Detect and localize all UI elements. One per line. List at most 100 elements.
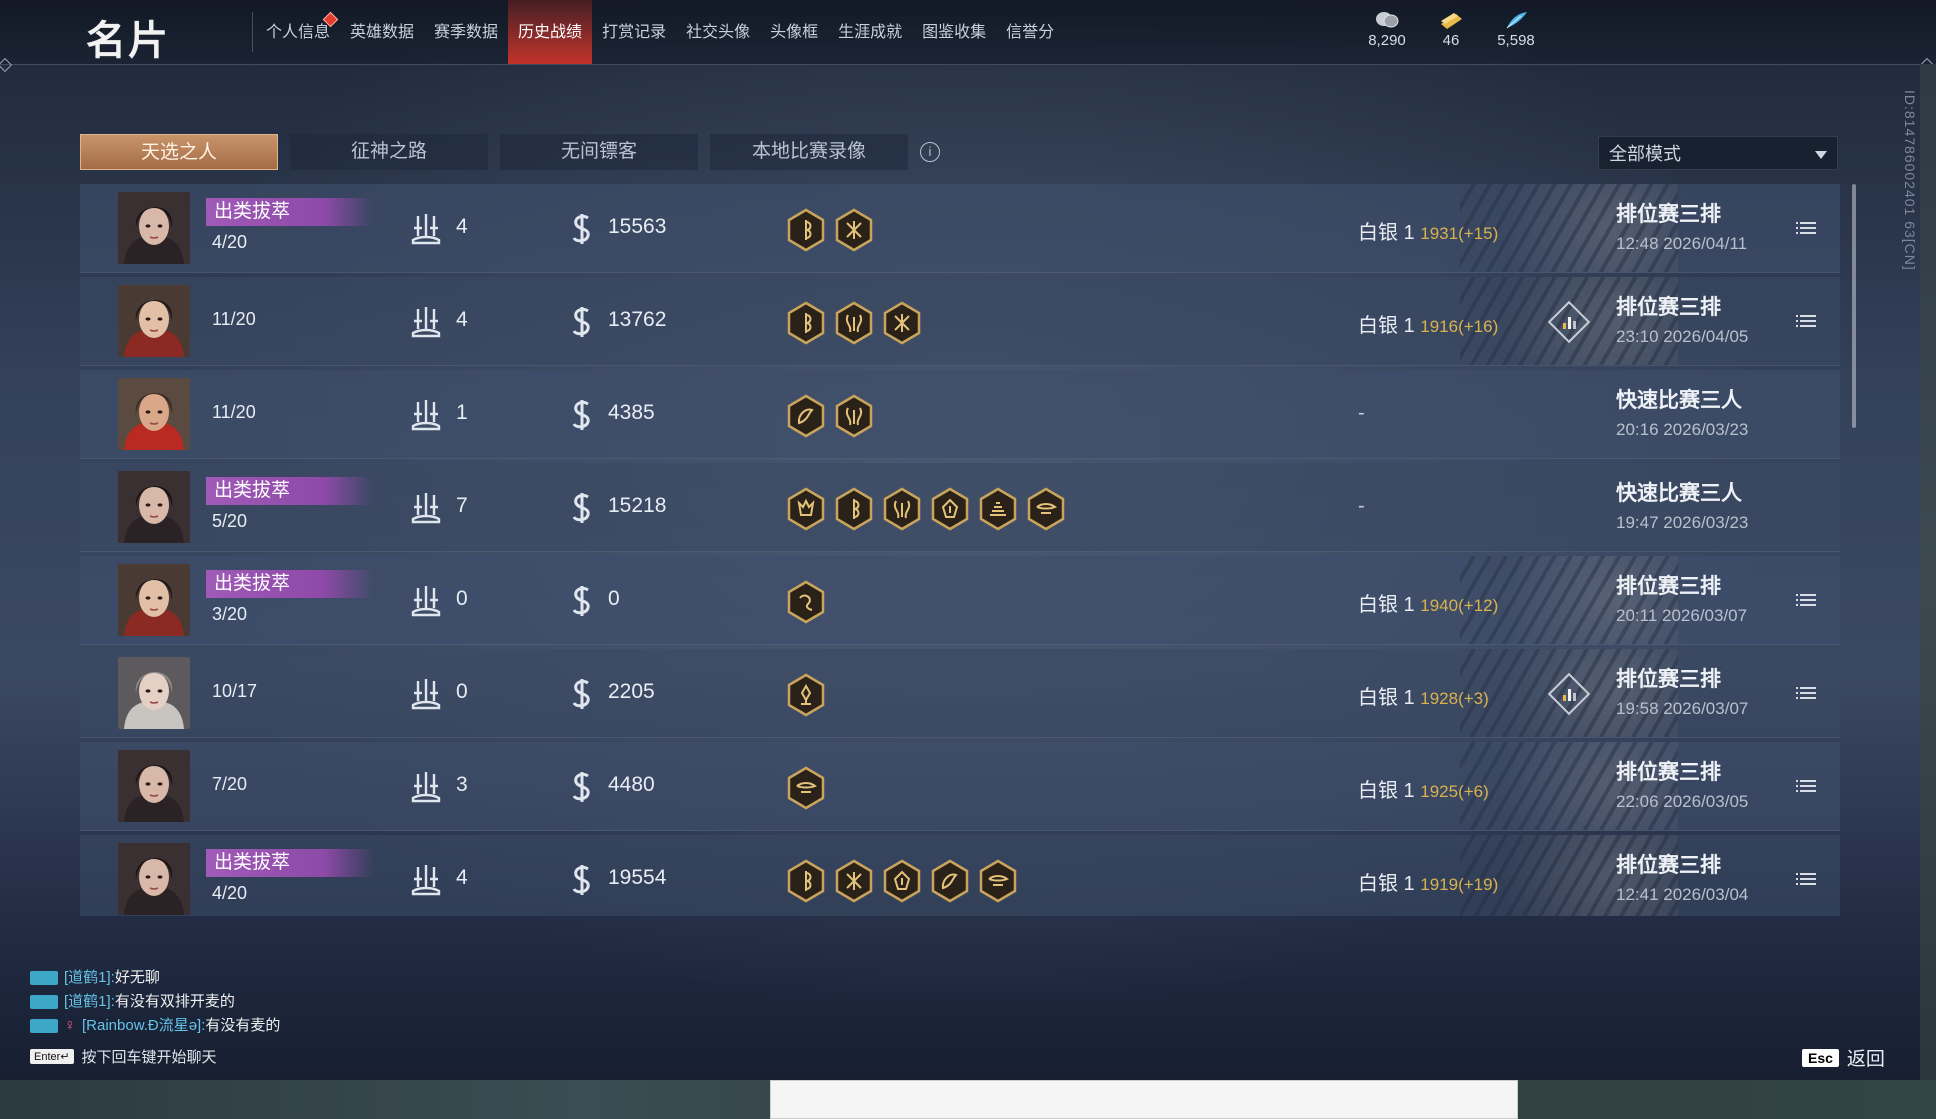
medal-w-icon[interactable] (786, 766, 826, 810)
tab-escort[interactable]: 无间镖客 (500, 134, 698, 170)
details-menu-icon[interactable] (1796, 778, 1816, 794)
medal-b-icon[interactable] (834, 487, 874, 531)
details-menu-icon[interactable] (1796, 220, 1816, 236)
chat-sender[interactable]: [Rainbow.Ð流星ə]: (82, 1017, 205, 1034)
medal-x-icon[interactable] (882, 301, 922, 345)
medal-s-icon[interactable] (882, 487, 922, 531)
placement-score: 11/20 (212, 309, 256, 329)
placement-score: 3/20 (212, 604, 248, 624)
back-button[interactable]: Esc 返回 (1802, 1044, 1885, 1071)
kill-count: 4 (456, 308, 468, 331)
medal-d-icon[interactable] (786, 394, 826, 438)
hero-avatar[interactable] (118, 750, 190, 822)
excellence-badge: 出类拔萃 (206, 570, 374, 598)
nav-avatar-frame[interactable]: 头像框 (760, 0, 828, 64)
medal-f-icon[interactable] (882, 859, 922, 903)
hero-avatar[interactable] (118, 192, 190, 264)
tab-god-path[interactable]: 征神之路 (290, 134, 488, 170)
match-row[interactable]: 出类拔萃 4/20 4 15563 白银 1 1931(+15) 排位赛三排 12:48 2… (80, 184, 1840, 273)
chat-log: [道鹤1]:好无聊 [道鹤1]:有没有双排开麦的 ♀ [Rainbow.Ð流星ə]:有… (30, 966, 280, 1038)
match-time: 12:48 2026/04/11 (1616, 234, 1748, 253)
currency-icon (572, 586, 590, 616)
kill-count: 3 (456, 773, 468, 796)
medal-f-icon[interactable] (930, 487, 970, 531)
main-nav: 个人信息 英雄数据 赛季数据 历史战绩 打赏记录 社交头像 头像框 生涯成就 图鉴收集 信誉分 (256, 0, 1064, 64)
match-row[interactable]: 出类拔萃 5/20 7 15218 - 快速比赛三人 19:47 2026/03/23 (80, 463, 1840, 552)
rank-info: 白银 1 1940(+12) (1358, 588, 1498, 617)
rank-points-delta: 1925(+6) (1420, 782, 1489, 801)
hero-avatar[interactable] (118, 843, 190, 915)
tab-local-replays[interactable]: 本地比赛录像 (710, 134, 908, 170)
match-row[interactable]: 11/20 4 13762 白银 1 1916(+16) 排位赛三排 23:10 2026… (80, 277, 1840, 366)
medal-m-icon[interactable] (786, 487, 826, 531)
details-menu-icon[interactable] (1796, 592, 1816, 608)
damage-value: 13762 (608, 308, 667, 331)
medal-list (786, 766, 826, 810)
damage-value: 15218 (608, 494, 667, 517)
hero-avatar[interactable] (118, 378, 190, 450)
medal-d-icon[interactable] (930, 859, 970, 903)
esc-key-icon: Esc (1802, 1048, 1839, 1067)
medal-x-icon[interactable] (834, 208, 874, 252)
placement-score: 7/20 (212, 774, 248, 794)
medal-list (786, 859, 1018, 903)
info-icon[interactable]: i (920, 142, 940, 162)
swords-icon (411, 214, 441, 245)
nav-match-history[interactable]: 历史战绩 (508, 0, 593, 64)
hero-avatar[interactable] (118, 657, 190, 729)
match-row[interactable]: 10/17 0 2205 白银 1 1928(+3) 排位赛三排 19:58 2026/0… (80, 649, 1840, 738)
details-menu-icon[interactable] (1796, 871, 1816, 887)
currency-silver-value: 8,290 (1368, 32, 1406, 49)
mode-filter-dropdown[interactable]: 全部模式 (1598, 136, 1838, 170)
external-input-field[interactable] (770, 1080, 1518, 1119)
rank-info: 白银 1 1919(+19) (1358, 867, 1498, 896)
hero-avatar[interactable] (118, 564, 190, 636)
medal-t-icon[interactable] (978, 487, 1018, 531)
medal-b-icon[interactable] (786, 301, 826, 345)
nav-hero-data[interactable]: 英雄数据 (340, 0, 424, 64)
match-row[interactable]: 7/20 3 4480 白银 1 1925(+6) 排位赛三排 22:06 2026/03… (80, 742, 1840, 831)
game-mode: 排位赛三排 (1616, 668, 1721, 691)
damage-value: 4385 (608, 401, 655, 424)
medal-p-icon[interactable] (786, 673, 826, 717)
medal-w-icon[interactable] (978, 859, 1018, 903)
nav-collection[interactable]: 图鉴收集 (912, 0, 996, 64)
nav-credit-score[interactable]: 信誉分 (996, 0, 1064, 64)
medal-b-icon[interactable] (786, 208, 826, 252)
hero-avatar[interactable] (118, 285, 190, 357)
nav-social-avatar[interactable]: 社交头像 (676, 0, 760, 64)
details-menu-icon[interactable] (1796, 685, 1816, 701)
hero-avatar[interactable] (118, 471, 190, 543)
notification-dot-icon (322, 11, 339, 28)
kill-count: 0 (456, 587, 468, 610)
currency-icon (572, 679, 590, 709)
chat-sender[interactable]: [道鹤1]: (64, 969, 115, 986)
channel-tag-icon (30, 1019, 58, 1033)
details-menu-icon[interactable] (1796, 313, 1816, 329)
medal-s-icon[interactable] (834, 301, 874, 345)
match-row[interactable]: 出类拔萃 3/20 0 0 白银 1 1940(+12) 排位赛三排 20:11 2026/… (80, 556, 1840, 645)
list-scrollbar[interactable] (1852, 184, 1856, 428)
enter-key-icon: Enter↵ (30, 1049, 74, 1064)
medal-w-icon[interactable] (1026, 487, 1066, 531)
tab-chosen-one[interactable]: 天选之人 (80, 134, 278, 170)
nav-season-data[interactable]: 赛季数据 (424, 0, 508, 64)
rank-tier: 白银 1 (1358, 780, 1415, 802)
rank-info: 白银 1 1931(+15) (1358, 216, 1498, 245)
medal-s-icon[interactable] (834, 394, 874, 438)
match-row[interactable]: 11/20 1 4385 - 快速比赛三人 20:16 2026/03/23 (80, 370, 1840, 459)
medal-g-icon[interactable] (786, 580, 826, 624)
nav-career-achievements[interactable]: 生涯成就 (828, 0, 912, 64)
currency-feather-value: 5,598 (1497, 32, 1535, 49)
nav-tip-records[interactable]: 打赏记录 (592, 0, 676, 64)
excellence-badge: 出类拔萃 (206, 477, 374, 505)
match-time: 23:10 2026/04/05 (1616, 327, 1749, 346)
rank-empty: - (1358, 495, 1365, 517)
match-time: 19:58 2026/03/07 (1616, 699, 1749, 718)
chat-sender[interactable]: [道鹤1]: (64, 993, 115, 1010)
medal-x-icon[interactable] (834, 859, 874, 903)
match-row[interactable]: 出类拔萃 4/20 4 19554 白银 1 1919(+19) 排位赛三排 12:41 2… (80, 835, 1840, 916)
damage-value: 4480 (608, 773, 655, 796)
medal-b-icon[interactable] (786, 859, 826, 903)
nav-personal-info[interactable]: 个人信息 (256, 0, 340, 64)
